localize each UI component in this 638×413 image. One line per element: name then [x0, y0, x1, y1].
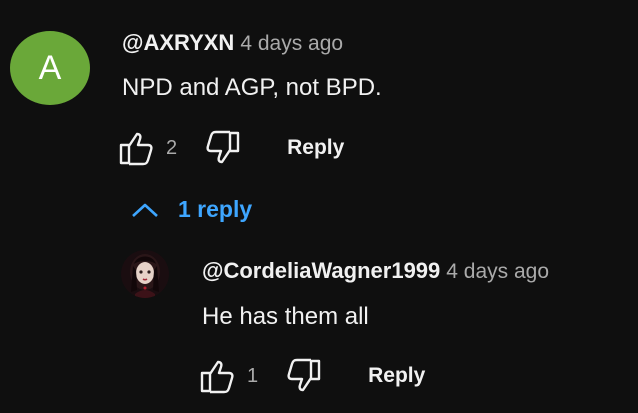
thumbs-down-icon	[287, 358, 321, 392]
comment-author[interactable]: @AXRYXN	[122, 30, 234, 55]
dislike-button[interactable]	[284, 356, 324, 396]
avatar-initial: A	[38, 48, 62, 87]
like-count: 2	[166, 136, 178, 159]
reply-button[interactable]: Reply	[368, 364, 425, 388]
reply-header: @CordeliaWagner1999 4 days ago	[202, 258, 549, 284]
replies-toggle[interactable]: 1 reply	[130, 196, 252, 223]
like-count: 1	[247, 364, 259, 387]
reply-author[interactable]: @CordeliaWagner1999	[202, 258, 440, 283]
reply-text: He has them all	[202, 303, 369, 330]
comment-text: NPD and AGP, not BPD.	[122, 74, 382, 101]
replies-count-label: 1 reply	[178, 196, 253, 222]
reply-button[interactable]: Reply	[287, 136, 344, 160]
thumbs-up-icon	[119, 132, 153, 166]
thumbs-up-icon	[200, 360, 234, 394]
reply-action-bar: 1 Reply	[197, 356, 425, 396]
avatar[interactable]	[121, 250, 169, 298]
comment-header: @AXRYXN 4 days ago	[122, 30, 343, 56]
thumbs-down-icon	[206, 130, 240, 164]
like-button[interactable]	[197, 356, 237, 396]
reply-timestamp[interactable]: 4 days ago	[446, 260, 549, 283]
avatar[interactable]: A	[10, 31, 90, 105]
chevron-up-icon	[130, 200, 160, 220]
dislike-button[interactable]	[203, 128, 243, 168]
comment-timestamp[interactable]: 4 days ago	[240, 32, 343, 55]
comment-action-bar: 2 Reply	[116, 128, 344, 168]
like-button[interactable]	[116, 128, 156, 168]
